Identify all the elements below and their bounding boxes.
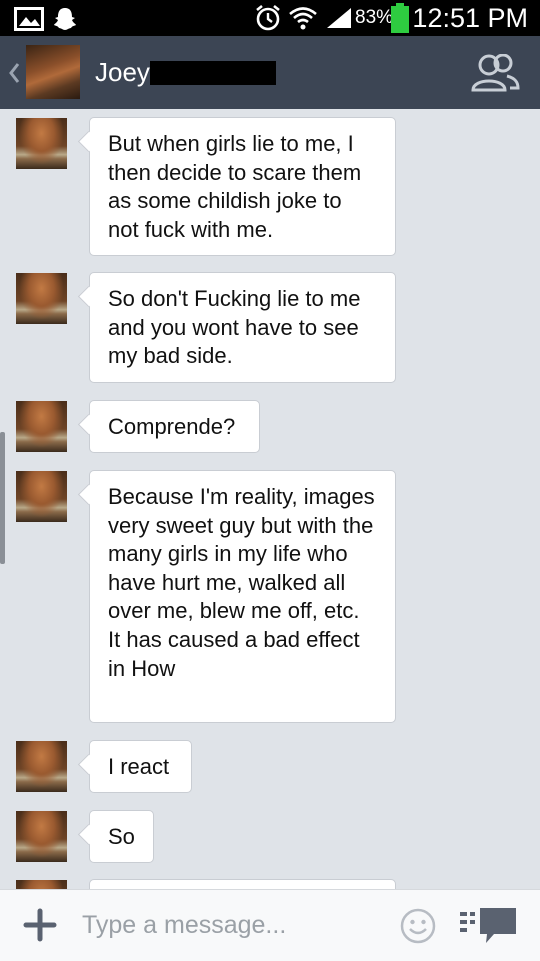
signal-icon	[327, 8, 351, 28]
sender-avatar[interactable]	[16, 811, 67, 862]
back-chevron-icon[interactable]	[6, 60, 22, 86]
contact-avatar[interactable]	[26, 45, 80, 99]
gallery-icon	[14, 7, 44, 31]
message-input-bar	[0, 889, 540, 961]
message-bubble[interactable]: I react	[89, 740, 192, 793]
emoji-icon[interactable]	[400, 908, 436, 944]
message-list[interactable]: But when girls lie to me, I then decide …	[0, 109, 540, 889]
status-bar: 83% 12:51 PM	[0, 0, 540, 36]
sender-avatar[interactable]	[16, 273, 67, 324]
message-bubble[interactable]: But when girls lie to me, I then decide …	[89, 117, 396, 256]
sender-avatar[interactable]	[16, 471, 67, 522]
sender-avatar[interactable]	[16, 741, 67, 792]
clock: 12:51 PM	[412, 3, 528, 33]
snapchat-icon	[54, 8, 76, 30]
chat-header: Joey ..	[0, 36, 540, 109]
wifi-icon	[289, 7, 317, 30]
message-bubble[interactable]: So	[89, 810, 154, 863]
alarm-icon	[256, 4, 280, 31]
sender-avatar[interactable]	[16, 118, 67, 169]
redaction-bar	[150, 61, 276, 85]
message-bubble[interactable]: So don't Fucking lie to me and you wont …	[89, 272, 396, 383]
message-input[interactable]	[80, 904, 384, 946]
stickers-icon[interactable]	[460, 906, 518, 946]
message-bubble[interactable]: Because I'm reality, images very sweet g…	[89, 470, 396, 723]
message-bubble[interactable]: Comprende?	[89, 400, 260, 453]
battery-percent: 83%	[355, 7, 394, 28]
scrollbar[interactable]	[0, 432, 5, 564]
sender-avatar[interactable]	[16, 880, 67, 889]
plus-icon[interactable]	[22, 907, 58, 943]
battery-icon	[391, 3, 409, 33]
sender-avatar[interactable]	[16, 401, 67, 452]
group-members-icon[interactable]	[470, 54, 520, 92]
message-bubble[interactable]	[89, 879, 396, 889]
